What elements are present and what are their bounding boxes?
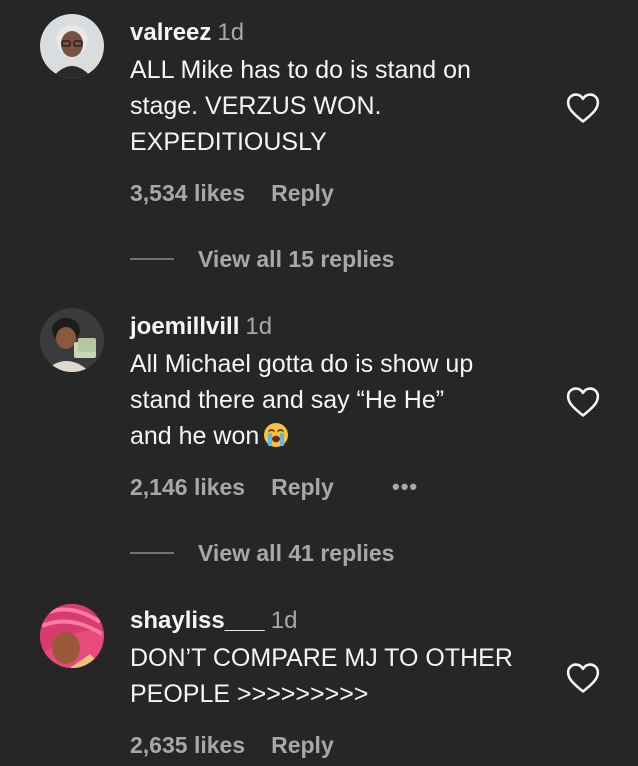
more-options-icon[interactable]: ••• (392, 474, 418, 500)
like-count[interactable]: 2,635 likes (130, 732, 245, 758)
avatar[interactable] (40, 308, 104, 372)
timestamp: 1d (270, 607, 298, 634)
reply-button[interactable]: Reply (271, 180, 334, 206)
comment-text: All Michael gotta do is show up stand th… (130, 350, 474, 450)
avatar[interactable] (40, 14, 104, 78)
timestamp: 1d (245, 313, 273, 340)
comment-header: shayliss___ 1d (130, 604, 560, 638)
username[interactable]: shayliss___ (130, 607, 265, 634)
heart-outline-icon[interactable] (566, 662, 600, 694)
timestamp: 1d (217, 19, 245, 46)
comment-header: joemillvill 1d (130, 310, 560, 344)
comment-meta: 2,635 likes Reply (130, 732, 334, 759)
comment-meta: 3,534 likes Reply (130, 180, 334, 207)
heart-outline-icon[interactable] (566, 386, 600, 418)
reply-button[interactable]: Reply (271, 474, 334, 500)
comment-header: valreez 1d (130, 16, 560, 50)
view-replies-button[interactable]: View all 41 replies (130, 538, 394, 568)
loudly-crying-face-icon (263, 422, 289, 448)
like-count[interactable]: 2,146 likes (130, 474, 245, 500)
divider (130, 258, 174, 260)
comment-text: DON’T COMPARE MJ TO OTHER PEOPLE >>>>>>>… (130, 644, 513, 708)
avatar[interactable] (40, 604, 104, 668)
username[interactable]: joemillvill (130, 313, 239, 340)
comment-text: ALL Mike has to do is stand on stage. VE… (130, 56, 471, 156)
username[interactable]: valreez (130, 19, 211, 46)
divider (130, 552, 174, 554)
reply-button[interactable]: Reply (271, 732, 334, 758)
comment-meta: 2,146 likes Reply (130, 474, 334, 501)
view-replies-label: View all 41 replies (198, 539, 395, 566)
view-replies-label: View all 15 replies (198, 245, 395, 272)
heart-outline-icon[interactable] (566, 92, 600, 124)
view-replies-button[interactable]: View all 15 replies (130, 244, 394, 274)
like-count[interactable]: 3,534 likes (130, 180, 245, 206)
